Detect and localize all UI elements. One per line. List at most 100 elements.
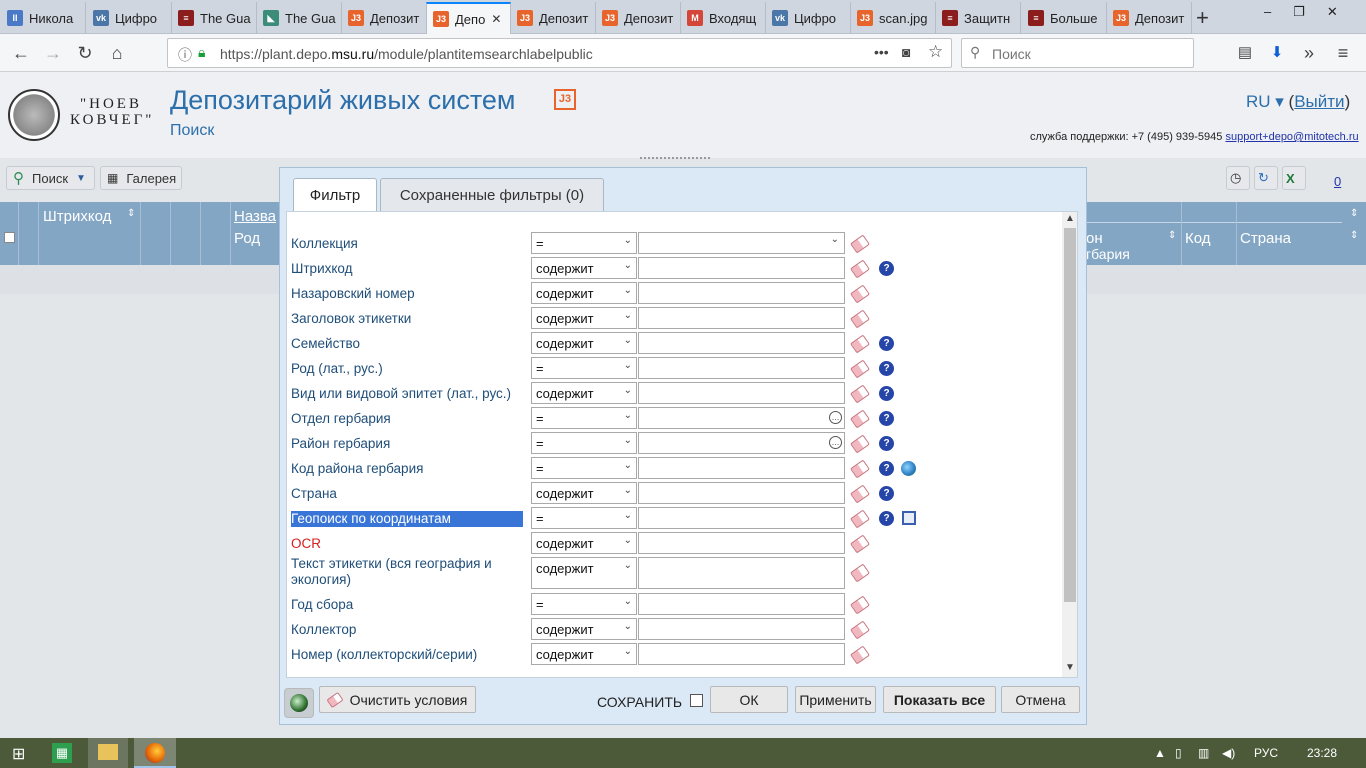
url-bar[interactable]: ⓘ 🔒︎ https://plant.depo.msu.ru/module/pl… <box>167 38 952 68</box>
reload-icon[interactable]: ↻ <box>72 40 98 66</box>
download-icon[interactable]: ⬇ <box>1264 40 1290 66</box>
column-header-barcode[interactable]: Штрихкод <box>43 208 111 225</box>
lookup-icon[interactable]: … <box>829 436 842 449</box>
browser-tab[interactable]: II Никола <box>1 2 86 34</box>
browser-tab[interactable]: J3 Депозит <box>1107 2 1192 34</box>
globe-icon[interactable] <box>901 461 916 476</box>
operator-select[interactable]: = ⌄ <box>531 457 637 479</box>
back-arrow-icon[interactable]: ← <box>8 40 34 66</box>
operator-select[interactable]: = ⌄ <box>531 357 637 379</box>
eraser-icon[interactable] <box>850 234 870 254</box>
pocket-icon[interactable]: ◙ <box>902 44 910 60</box>
gallery-button[interactable]: ▦ Галерея <box>100 166 182 190</box>
sidebar-icon[interactable]: ▤ <box>1232 40 1258 66</box>
calculator-icon[interactable]: ▦ <box>52 743 72 763</box>
scrollbar-thumb[interactable] <box>1064 228 1076 602</box>
language-selector[interactable]: RU ▾ (Выйти) <box>1246 92 1350 112</box>
scroll-down-icon[interactable]: ▼ <box>1065 662 1075 673</box>
network-icon[interactable]: ▥ <box>1198 746 1209 760</box>
filter-value-input[interactable] <box>638 618 845 640</box>
excel-export-icon[interactable]: X <box>1282 166 1306 190</box>
clear-conditions-button[interactable]: Очистить условия <box>319 686 476 713</box>
filter-value-input[interactable]: … <box>638 407 845 429</box>
browser-tab[interactable]: M Входящ <box>681 2 766 34</box>
eraser-icon[interactable] <box>850 534 870 554</box>
sort-icon[interactable]: ⇕ <box>1350 230 1358 241</box>
operator-select[interactable]: содержит ⌄ <box>531 257 637 279</box>
browser-tab[interactable]: vk Цифро <box>766 2 851 34</box>
help-icon[interactable]: ? <box>879 436 894 451</box>
browser-tab[interactable]: J3 scan.jpg <box>851 2 936 34</box>
filter-scrollbar[interactable]: ▲ ▼ <box>1062 212 1077 677</box>
filter-value-input[interactable] <box>638 382 845 404</box>
eraser-icon[interactable] <box>850 620 870 640</box>
search-bar[interactable]: ⚲ Поиск <box>961 38 1194 68</box>
operator-select[interactable]: содержит ⌄ <box>531 618 637 640</box>
filter-value-input[interactable]: ⌄ <box>638 232 845 254</box>
filter-value-input[interactable] <box>638 357 845 379</box>
support-email-link[interactable]: support+depo@mitotech.ru <box>1225 131 1358 143</box>
bookmark-star-icon[interactable]: ☆ <box>928 42 943 62</box>
close-tab-icon[interactable]: ✕ <box>491 12 501 26</box>
browser-tab[interactable]: ≡ Больше <box>1022 2 1107 34</box>
eraser-icon[interactable] <box>850 645 870 665</box>
eraser-icon[interactable] <box>850 595 870 615</box>
record-count-link[interactable]: 0 <box>1334 174 1341 189</box>
eraser-icon[interactable] <box>850 284 870 304</box>
filter-value-input[interactable] <box>638 332 845 354</box>
select-all-checkbox[interactable] <box>4 232 15 243</box>
column-header-name[interactable]: Назва <box>234 208 276 225</box>
cancel-button[interactable]: Отмена <box>1001 686 1080 713</box>
clock-icon[interactable]: ◷ <box>1226 166 1250 190</box>
dropdown-arrow-icon[interactable]: ▼ <box>76 173 86 184</box>
eraser-icon[interactable] <box>850 509 870 529</box>
filter-value-input[interactable] <box>638 507 845 529</box>
browser-tab[interactable]: J3 Депозит <box>596 2 681 34</box>
help-icon[interactable]: ? <box>879 486 894 501</box>
operator-select[interactable]: = ⌄ <box>531 432 637 454</box>
eraser-icon[interactable] <box>850 409 870 429</box>
search-button[interactable]: ⚲ Поиск ▼ <box>6 166 95 190</box>
filter-value-input[interactable]: … <box>638 432 845 454</box>
site-title[interactable]: Депозитарий живых систем <box>170 85 515 116</box>
filter-value-input[interactable] <box>638 593 845 615</box>
filter-value-input[interactable] <box>638 557 845 589</box>
eraser-icon[interactable] <box>850 359 870 379</box>
apply-button[interactable]: Применить <box>795 686 876 713</box>
scroll-up-icon[interactable]: ▲ <box>1065 213 1075 224</box>
logout-link[interactable]: Выйти <box>1294 92 1344 111</box>
operator-select[interactable]: содержит ⌄ <box>531 382 637 404</box>
help-icon[interactable]: ? <box>879 461 894 476</box>
filter-value-input[interactable] <box>638 457 845 479</box>
eraser-icon[interactable] <box>850 334 870 354</box>
filter-value-input[interactable] <box>638 482 845 504</box>
browser-tab[interactable]: ≡ Защитн <box>936 2 1021 34</box>
operator-select[interactable]: = ⌄ <box>531 507 637 529</box>
browser-tab[interactable]: ◣ The Gua <box>257 2 342 34</box>
overflow-menu-icon[interactable]: » <box>1296 40 1322 66</box>
eraser-icon[interactable] <box>850 484 870 504</box>
home-icon[interactable]: ⌂ <box>104 40 130 66</box>
column-header-code[interactable]: Код <box>1185 230 1211 247</box>
filter-value-input[interactable] <box>638 257 845 279</box>
splitter-handle[interactable] <box>640 157 710 159</box>
help-icon[interactable]: ? <box>879 386 894 401</box>
operator-select[interactable]: = ⌄ <box>531 232 637 254</box>
help-icon[interactable]: ? <box>879 411 894 426</box>
tab-saved-filters[interactable]: Сохраненные фильтры (0) <box>380 178 604 211</box>
eraser-icon[interactable] <box>850 259 870 279</box>
file-explorer-taskbar-button[interactable] <box>88 738 128 768</box>
operator-select[interactable]: содержит ⌄ <box>531 482 637 504</box>
column-header-country[interactable]: Страна <box>1240 230 1291 247</box>
status-lamp-button[interactable] <box>284 688 314 718</box>
tray-device-icon[interactable]: ▯ <box>1175 746 1182 760</box>
page-actions-icon[interactable]: ••• <box>874 44 889 60</box>
operator-select[interactable]: содержит ⌄ <box>531 307 637 329</box>
eraser-icon[interactable] <box>850 384 870 404</box>
operator-select[interactable]: содержит ⌄ <box>531 282 637 304</box>
refresh-icon[interactable]: ↻ <box>1254 166 1278 190</box>
operator-select[interactable]: содержит ⌄ <box>531 532 637 554</box>
new-tab-button[interactable]: + <box>1196 5 1209 31</box>
help-icon[interactable]: ? <box>879 511 894 526</box>
column-header-herbarium-district[interactable]: он <box>1086 230 1103 247</box>
